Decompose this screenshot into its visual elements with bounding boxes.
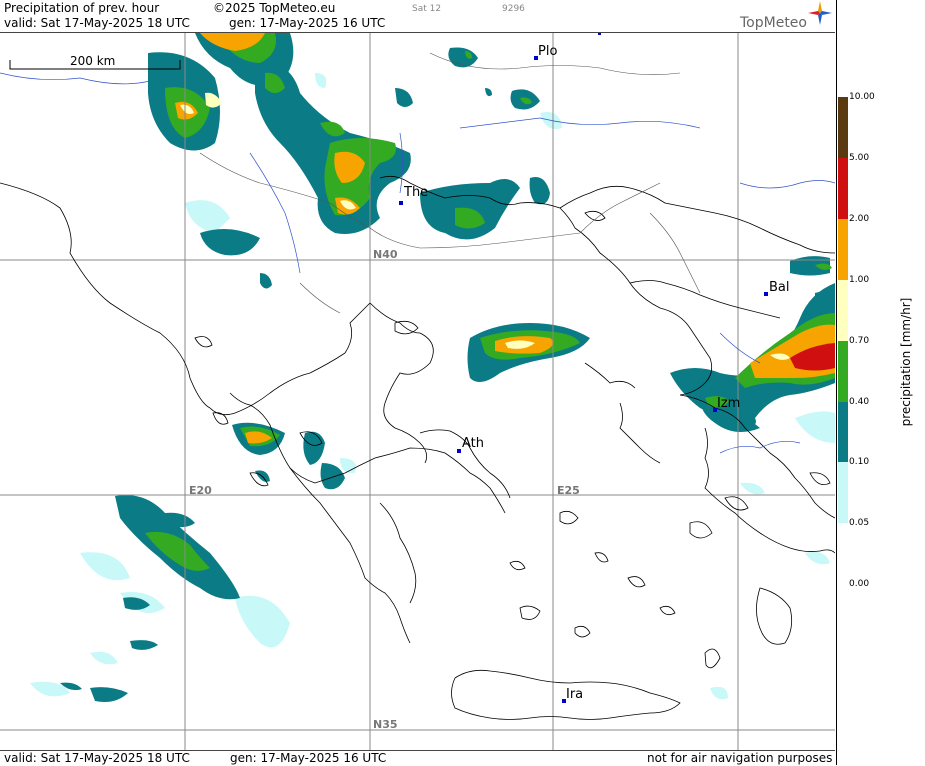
legend-tick: 0.05 — [849, 518, 870, 528]
city-marker-ath — [457, 449, 461, 453]
compass-logo-icon — [808, 1, 832, 25]
city-label-ath: Ath — [462, 436, 484, 451]
legend-tick: 2.00 — [849, 214, 870, 224]
city-label-the: The — [403, 185, 428, 200]
city-marker-bal — [764, 292, 768, 296]
legend-tick: 1.00 — [849, 275, 870, 285]
legend-swatch-1 — [838, 280, 848, 341]
city-label-izm: Izm — [717, 396, 740, 411]
generation-time: gen: 17-May-2025 16 UTC — [229, 16, 386, 30]
footer-generation-time: gen: 17-May-2025 16 UTC — [230, 751, 387, 765]
legend-swatch-040 — [838, 402, 848, 462]
legend-unit-label: precipitation [mm/hr] — [899, 297, 913, 427]
legend-swatch-070 — [838, 341, 848, 402]
city-marker-the — [399, 201, 403, 205]
city-label-bal: Bal — [769, 280, 790, 295]
map-header: Precipitation of prev. hour ©2025 TopMet… — [0, 0, 835, 33]
scale-label: 200 km — [70, 54, 115, 68]
topmeteo-logo-text: TopMeteo — [740, 15, 807, 31]
lon-label-e25: E25 — [557, 484, 580, 497]
sat-label: Sat 12 — [412, 4, 442, 14]
legend-tick: 5.00 — [849, 153, 870, 163]
copyright-text: ©2025 TopMeteo.eu — [213, 1, 336, 15]
precipitation-map[interactable]: 200 km N40 N35 E20 E25 Plo The Bal Izm A… — [0, 33, 835, 750]
legend-tick: 0.10 — [849, 457, 870, 467]
legend-tick: 10.00 — [849, 92, 875, 102]
valid-time: valid: Sat 17-May-2025 18 UTC — [4, 16, 190, 30]
legend-swatch-10 — [838, 97, 848, 158]
run-code: 9296 — [502, 4, 525, 14]
map-footer: valid: Sat 17-May-2025 18 UTC gen: 17-Ma… — [0, 750, 835, 766]
legend-swatch-010 — [838, 462, 848, 523]
lat-label-n40: N40 — [373, 248, 398, 261]
legend-tick: 0.00 — [849, 579, 870, 589]
city-label-plo: Plo — [538, 44, 557, 59]
legend-swatch-2 — [838, 219, 848, 280]
legend-tick: 0.40 — [849, 397, 870, 407]
product-title: Precipitation of prev. hour — [4, 1, 160, 15]
precipitation-legend: 10.00 5.00 2.00 1.00 0.70 0.40 0.10 0.05… — [836, 0, 925, 765]
legend-tick: 0.70 — [849, 336, 870, 346]
footer-note: not for air navigation purposes — [647, 751, 833, 765]
footer-valid-time: valid: Sat 17-May-2025 18 UTC — [4, 751, 190, 765]
city-label-ira: Ira — [566, 687, 583, 702]
legend-swatch-5 — [838, 158, 848, 219]
lon-label-e20: E20 — [189, 484, 212, 497]
lat-label-n35: N35 — [373, 718, 398, 731]
